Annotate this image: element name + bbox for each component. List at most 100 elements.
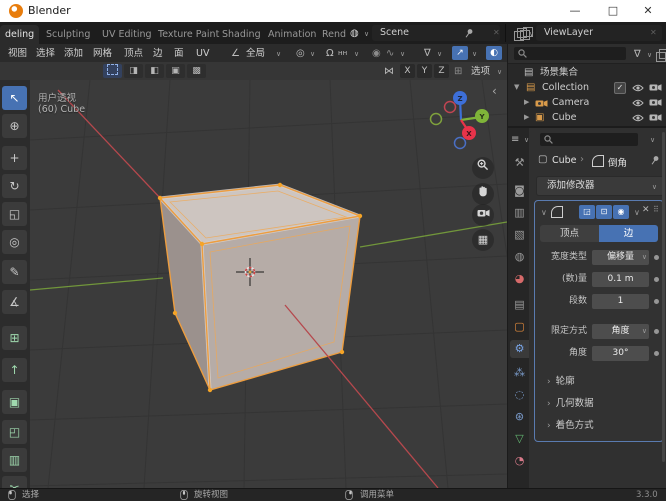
- navigation-gizmo[interactable]: Z Y X: [426, 86, 498, 158]
- hide-eye-icon[interactable]: [632, 114, 644, 122]
- select-mode-set[interactable]: [103, 64, 122, 78]
- limit-method-dropdown[interactable]: 角度 ∨: [592, 324, 649, 339]
- orientation-icon[interactable]: ∠: [231, 46, 240, 61]
- tool-extrude[interactable]: ↑: [2, 358, 27, 382]
- properties-options-dropdown-icon[interactable]: ∨: [650, 136, 655, 144]
- amount-field[interactable]: 0.1 m: [592, 272, 649, 287]
- breadcrumb-object[interactable]: Cube: [552, 155, 577, 166]
- show-in-viewport-toggle[interactable]: ⊡: [596, 205, 612, 219]
- affect-edges-tab[interactable]: 边: [599, 225, 658, 242]
- breadcrumb-modifier[interactable]: 倒角: [608, 155, 627, 169]
- drag-handle-icon[interactable]: ⠿: [653, 205, 659, 214]
- mirror-z-toggle[interactable]: Z: [434, 64, 449, 78]
- tool-move[interactable]: +: [2, 146, 27, 170]
- scene-icon[interactable]: ◍: [350, 26, 359, 41]
- menu-mesh[interactable]: 网格: [90, 46, 115, 61]
- viewlayer-selector[interactable]: ViewLayer ✕: [536, 25, 662, 41]
- modifier-extras-dropdown-icon[interactable]: ∨: [634, 208, 640, 217]
- scene-selector[interactable]: Scene ✕: [372, 25, 533, 41]
- menu-add[interactable]: 添加: [61, 46, 86, 61]
- tab-constraints[interactable]: ⊛: [510, 408, 529, 426]
- section-profile[interactable]: › 轮廓: [547, 373, 575, 387]
- collection-disclosure-icon[interactable]: ▼: [514, 80, 519, 95]
- animate-dot[interactable]: [654, 351, 659, 356]
- camera-view-button[interactable]: [472, 204, 494, 226]
- animate-dot[interactable]: [654, 329, 659, 334]
- remove-modifier-icon[interactable]: ✕: [642, 205, 650, 215]
- animate-dot[interactable]: [654, 299, 659, 304]
- outliner-search-input[interactable]: [514, 47, 626, 60]
- tab-world[interactable]: ◕: [510, 270, 529, 288]
- pan-hand-button[interactable]: [472, 183, 494, 205]
- animate-dot[interactable]: [654, 277, 659, 282]
- snap-magnet-icon[interactable]: Ω: [326, 46, 334, 61]
- disable-render-camera-icon[interactable]: [649, 83, 662, 92]
- minimize-button[interactable]: —: [556, 0, 594, 22]
- outliner-row-collection[interactable]: ▼ ▤ Collection ✓: [508, 80, 666, 95]
- section-shading[interactable]: › 着色方式: [547, 417, 594, 431]
- collection-checkbox[interactable]: ✓: [614, 82, 626, 94]
- camera-disclosure-icon[interactable]: ▶: [524, 95, 529, 110]
- maximize-button[interactable]: □: [594, 0, 632, 22]
- tab-particles[interactable]: ⁂: [510, 364, 529, 382]
- tool-rotate[interactable]: ↻: [2, 174, 27, 198]
- editor-divider[interactable]: [507, 44, 508, 488]
- workspace-tab-modeling[interactable]: deling: [0, 25, 40, 44]
- tab-scene[interactable]: ◍: [510, 248, 529, 266]
- snap-dropdown-icon[interactable]: ∨: [354, 50, 359, 58]
- tab-tool[interactable]: ⚒: [510, 154, 529, 172]
- tool-bevel[interactable]: ◰: [2, 420, 27, 444]
- tab-view-layer[interactable]: ▧: [510, 226, 529, 244]
- disable-render-camera-icon[interactable]: [649, 98, 662, 107]
- menu-edge[interactable]: 边: [150, 46, 166, 61]
- select-mode-extend[interactable]: ◨: [124, 64, 143, 78]
- snap-base-icon[interactable]: ⊞: [454, 64, 462, 79]
- close-button[interactable]: ✕: [630, 0, 666, 22]
- tab-material[interactable]: ◔: [510, 452, 529, 470]
- pivot-dropdown-icon[interactable]: ∨: [310, 50, 315, 58]
- filter-objects-icon[interactable]: ∇: [424, 46, 431, 61]
- orthographic-toggle-button[interactable]: ▦: [472, 229, 494, 251]
- outliner-filter-icon[interactable]: ∇: [634, 47, 641, 62]
- tab-render[interactable]: ◙: [510, 182, 529, 200]
- select-mode-invert[interactable]: ▣: [166, 64, 185, 78]
- gizmo-dropdown-icon[interactable]: ∨: [472, 50, 477, 58]
- disable-render-camera-icon[interactable]: [649, 113, 662, 122]
- mirror-x-toggle[interactable]: X: [400, 64, 415, 78]
- workspace-tab-sculpting[interactable]: Sculpting: [38, 25, 98, 44]
- section-geometry[interactable]: › 几何数据: [547, 395, 594, 409]
- workspace-tab-render[interactable]: Rend: [314, 25, 354, 44]
- viewlayer-dropdown-icon[interactable]: ∨: [529, 30, 534, 38]
- cube-disclosure-icon[interactable]: ▶: [524, 110, 529, 125]
- tab-object-data[interactable]: ▽: [510, 430, 529, 448]
- filter-dropdown-icon[interactable]: ∨: [437, 50, 442, 58]
- sidebar-collapse-icon[interactable]: ‹: [492, 84, 497, 98]
- tool-select-box[interactable]: ↖: [2, 86, 27, 110]
- viewlayer-icon[interactable]: [514, 28, 527, 41]
- show-in-render-toggle[interactable]: ◉: [613, 205, 629, 219]
- remove-viewlayer-icon[interactable]: ✕: [650, 25, 657, 41]
- options-dropdown-icon[interactable]: ∨: [497, 68, 502, 76]
- select-mode-subtract[interactable]: ◧: [145, 64, 164, 78]
- options-menu[interactable]: 选项: [468, 64, 493, 79]
- show-on-cage-toggle[interactable]: ◲: [579, 205, 595, 219]
- pivot-point-icon[interactable]: ◎: [296, 46, 305, 61]
- 3d-viewport[interactable]: 用户透视 (60) Cube Z Y X ▦ ‹: [30, 80, 507, 488]
- animate-dot[interactable]: [654, 255, 659, 260]
- unlink-scene-icon[interactable]: ✕: [493, 25, 500, 41]
- zoom-button[interactable]: [472, 157, 494, 179]
- select-mode-intersect[interactable]: ▩: [187, 64, 206, 78]
- add-modifier-button[interactable]: 添加修改器 ∨: [536, 176, 664, 196]
- tool-inset-faces[interactable]: ▣: [2, 390, 27, 414]
- new-collection-icon[interactable]: [656, 49, 666, 62]
- tool-measure[interactable]: ∡: [2, 290, 27, 314]
- menu-select[interactable]: 选择: [33, 46, 58, 61]
- outliner-row-camera[interactable]: ▶ Camera: [508, 95, 666, 110]
- falloff-curve-icon[interactable]: ∿: [386, 46, 394, 61]
- affect-vertices-tab[interactable]: 顶点: [540, 225, 599, 242]
- tool-add-cube[interactable]: ⊞: [2, 326, 27, 350]
- tool-cursor[interactable]: ⊕: [2, 114, 27, 138]
- menu-vertex[interactable]: 顶点: [121, 46, 146, 61]
- editor-type-icon[interactable]: ≡: [511, 132, 519, 147]
- hide-eye-icon[interactable]: [632, 99, 644, 107]
